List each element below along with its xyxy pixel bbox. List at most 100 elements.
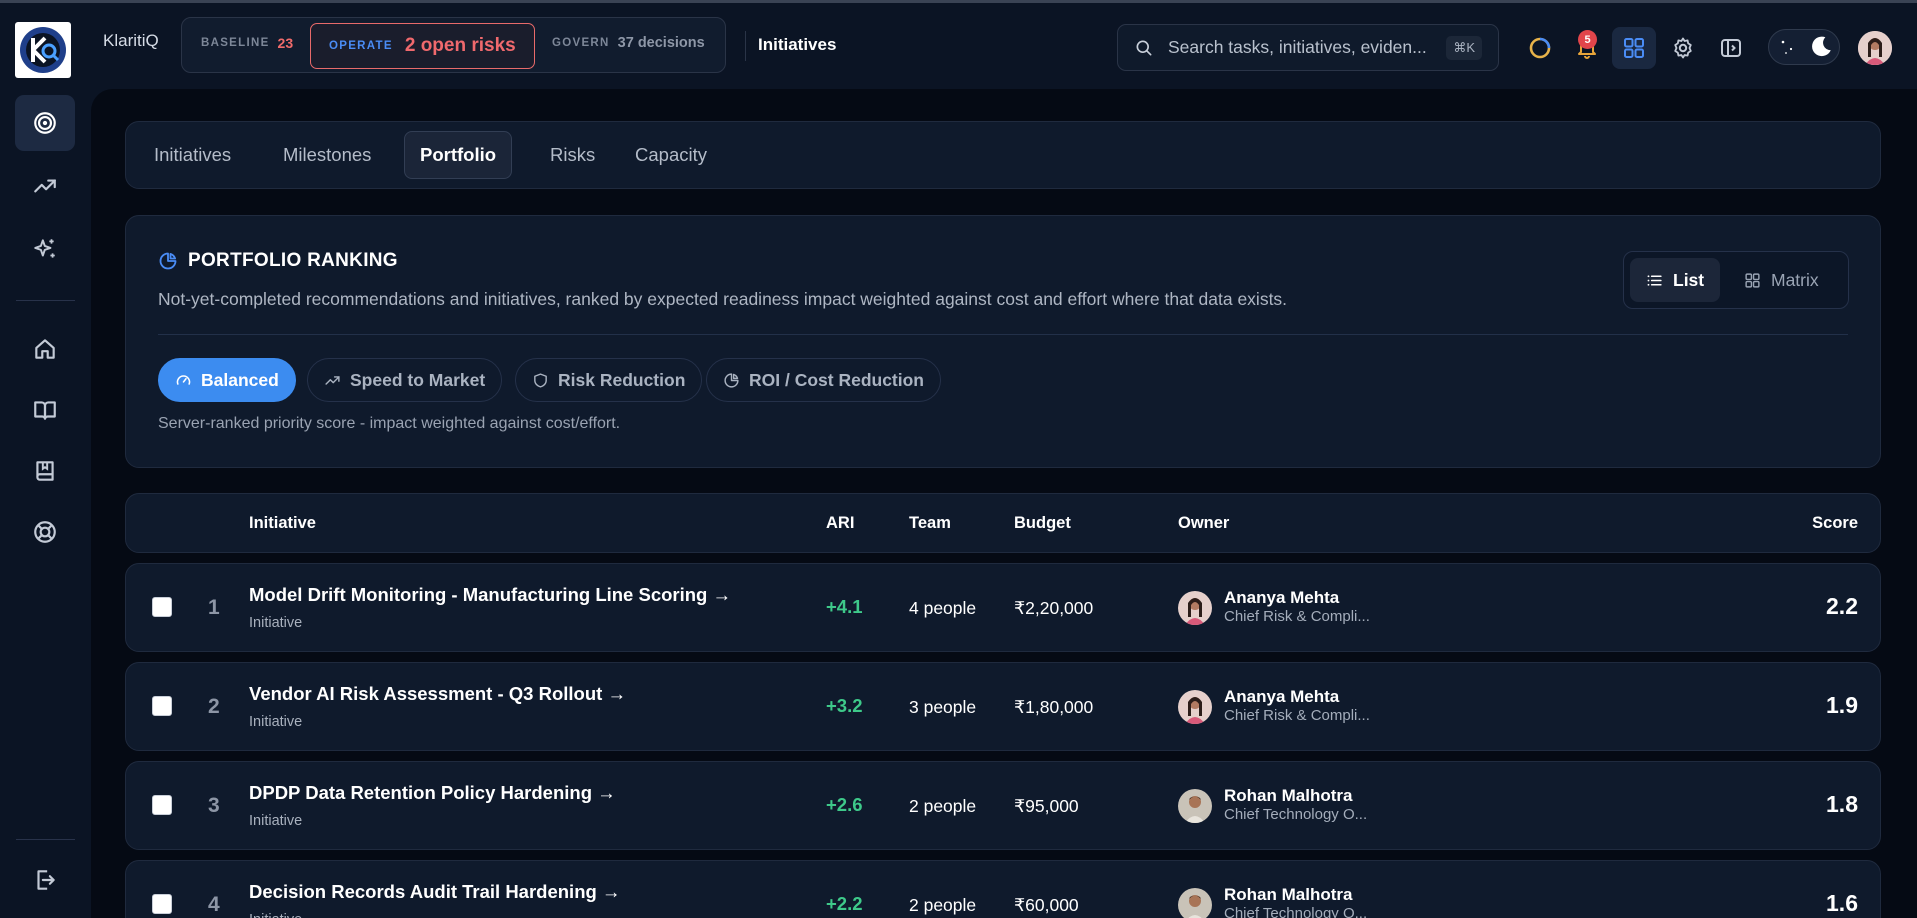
list-icon — [1647, 274, 1662, 286]
owner-avatar — [1178, 789, 1212, 823]
row-score: 1.6 — [1826, 890, 1858, 916]
matrix-grid-icon — [1745, 272, 1760, 288]
search-placeholder: Search tasks, initiatives, eviden... — [1168, 37, 1427, 57]
search-input[interactable]: Search tasks, initiatives, eviden... ⌘K — [1117, 24, 1499, 71]
view-toggle: List Matrix — [1623, 251, 1849, 309]
notification-badge: 5 — [1578, 30, 1597, 49]
mode-speed-button[interactable]: Speed to Market — [307, 358, 503, 402]
row-initiative-link[interactable]: Decision Records Audit Trail Hardening → — [249, 881, 620, 903]
tab-risks[interactable]: Risks — [535, 131, 610, 179]
sparkles-icon — [34, 239, 55, 258]
row-checkbox[interactable] — [152, 597, 172, 617]
sidebar-item-ai[interactable] — [15, 221, 75, 277]
row-checkbox[interactable] — [152, 894, 172, 914]
header-ari[interactable]: ARI — [826, 514, 854, 533]
row-ari: +2.2 — [826, 893, 863, 914]
row-team: 2 people — [909, 895, 977, 915]
sidebar-item-help[interactable] — [15, 504, 75, 560]
bookmark-book-icon — [36, 461, 54, 481]
row-budget: ₹95,000 — [1014, 796, 1079, 816]
ranking-description: Not-yet-completed recommendations and in… — [158, 289, 1288, 309]
row-initiative-link[interactable]: DPDP Data Retention Policy Hardening → — [249, 782, 616, 804]
row-score: 1.8 — [1826, 791, 1858, 817]
mode-balanced-label: Balanced — [201, 369, 279, 390]
header-initiative[interactable]: Initiative — [249, 514, 316, 533]
sidebar-divider — [16, 300, 75, 301]
header-divider — [745, 31, 746, 61]
tab-milestones[interactable]: Milestones — [268, 131, 386, 179]
header-owner[interactable]: Owner — [1178, 514, 1229, 533]
panel-toggle-icon[interactable] — [1718, 35, 1744, 61]
row-budget: ₹1,80,000 — [1014, 697, 1094, 717]
row-initiative-link[interactable]: Vendor AI Risk Assessment - Q3 Rollout → — [249, 683, 626, 705]
mode-balanced-button[interactable]: Balanced — [158, 358, 296, 402]
ranking-note: Server-ranked priority score - impact we… — [158, 415, 621, 432]
tab-capacity[interactable]: Capacity — [620, 131, 722, 179]
portfolio-ranking-card: PORTFOLIO RANKING Not-yet-completed reco… — [125, 215, 1881, 468]
owner-avatar — [1178, 690, 1212, 724]
header-budget[interactable]: Budget — [1014, 514, 1071, 533]
main-content: Initiatives Milestones Portfolio Risks C… — [91, 89, 1917, 918]
brand-name: KlaritiQ — [103, 31, 159, 50]
mode-risk-button[interactable]: Risk Reduction — [515, 358, 703, 402]
sidebar-item-library[interactable] — [15, 443, 75, 499]
sidebar-item-logout[interactable] — [15, 852, 75, 908]
trending-up-icon — [325, 375, 340, 385]
page-title: Initiatives — [758, 35, 837, 54]
klaritiq-logo-icon — [20, 27, 66, 73]
row-rank: 1 — [208, 596, 220, 619]
row-owner-role: Chief Technology O... — [1224, 905, 1368, 918]
theme-toggle[interactable] — [1768, 29, 1840, 65]
user-avatar[interactable] — [1858, 31, 1892, 65]
pie-chart-icon — [724, 372, 739, 388]
search-shortcut: ⌘K — [1446, 36, 1482, 60]
row-team: 3 people — [909, 697, 977, 717]
phase-operate[interactable]: OPERATE 2 open risks — [310, 23, 535, 69]
grid-icon — [1624, 38, 1644, 58]
apps-grid-button[interactable] — [1612, 27, 1656, 69]
lifebuoy-icon — [34, 521, 56, 543]
table-row[interactable]: 4 Decision Records Audit Trail Hardening… — [125, 860, 1881, 918]
list-view-button[interactable]: List — [1630, 258, 1721, 302]
row-initiative-link[interactable]: Model Drift Monitoring - Manufacturing L… — [249, 584, 731, 606]
moon-icon — [1806, 33, 1836, 61]
table-row[interactable]: 2 Vendor AI Risk Assessment - Q3 Rollout… — [125, 662, 1881, 751]
table-row[interactable]: 1 Model Drift Monitoring - Manufacturing… — [125, 563, 1881, 652]
sidebar-item-trends[interactable] — [15, 158, 75, 214]
table-row[interactable]: 3 DPDP Data Retention Policy Hardening →… — [125, 761, 1881, 850]
phase-govern[interactable]: GOVERN 37 decisions — [552, 35, 705, 51]
shield-icon — [534, 372, 547, 388]
app-logo[interactable] — [15, 22, 71, 78]
home-icon — [35, 339, 55, 359]
mode-roi-button[interactable]: ROI / Cost Reduction — [706, 358, 941, 402]
row-ari: +3.2 — [826, 695, 863, 716]
owner-avatar — [1178, 591, 1212, 625]
row-rank: 3 — [208, 794, 220, 817]
sidebar-item-home[interactable] — [15, 321, 75, 377]
row-ari: +2.6 — [826, 794, 863, 815]
row-type: Initiative — [249, 615, 303, 631]
tab-initiatives[interactable]: Initiatives — [139, 131, 246, 179]
row-type: Initiative — [249, 714, 303, 730]
phase-baseline-count: 23 — [277, 35, 294, 51]
tab-bar: Initiatives Milestones Portfolio Risks C… — [125, 121, 1881, 189]
phase-baseline[interactable]: BASELINE 23 — [201, 35, 293, 51]
mode-roi-label: ROI / Cost Reduction — [749, 369, 924, 390]
phase-operate-label: OPERATE — [329, 40, 393, 52]
sidebar-item-docs[interactable] — [15, 382, 75, 438]
mode-speed-label: Speed to Market — [350, 369, 486, 390]
header-team[interactable]: Team — [909, 514, 951, 533]
pie-chart-icon — [159, 252, 177, 270]
row-checkbox[interactable] — [152, 795, 172, 815]
owner-avatar — [1178, 888, 1212, 918]
row-checkbox[interactable] — [152, 696, 172, 716]
top-bar: KlaritiQ BASELINE 23 OPERATE 2 open risk… — [0, 3, 1917, 89]
tab-portfolio[interactable]: Portfolio — [404, 131, 513, 179]
loading-ring-icon[interactable] — [1527, 35, 1553, 61]
header-score[interactable]: Score — [1812, 514, 1858, 533]
search-icon — [1136, 40, 1152, 56]
sidebar-item-target[interactable] — [15, 95, 75, 151]
ranking-divider — [158, 334, 1848, 335]
gear-icon[interactable] — [1670, 35, 1696, 61]
matrix-view-button[interactable]: Matrix — [1728, 258, 1835, 302]
